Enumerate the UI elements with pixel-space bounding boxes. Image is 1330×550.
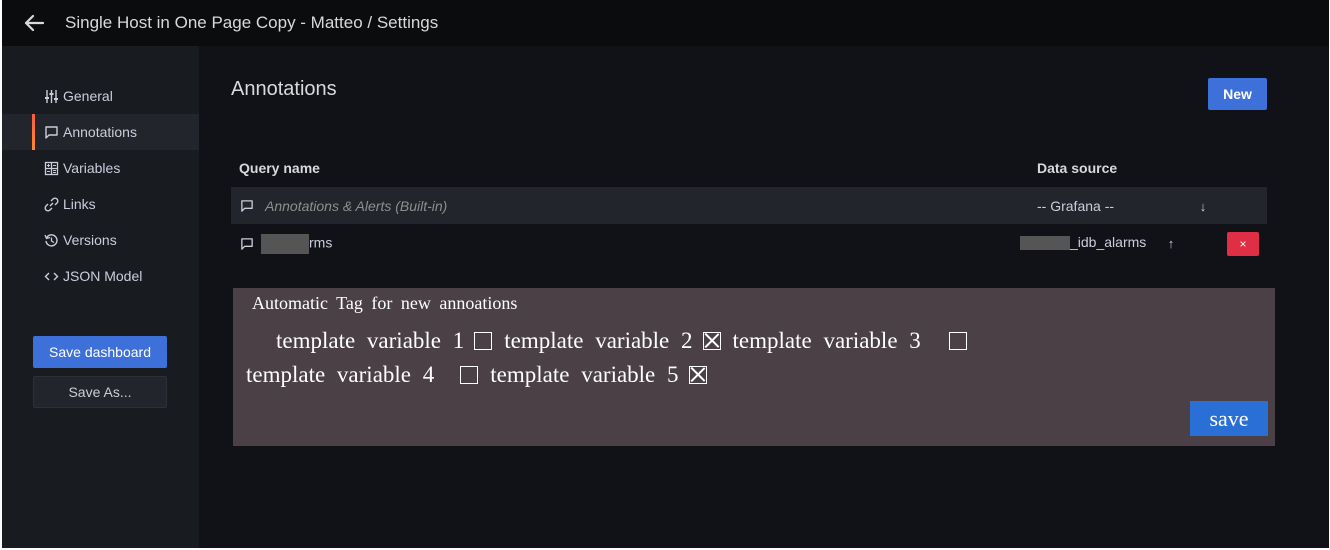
column-header-query-name: Query name — [239, 160, 320, 176]
redacted-block — [1020, 236, 1070, 251]
table-row[interactable]: rms _idb_alarms ↑ × — [231, 225, 1267, 262]
sidebar-item-variables[interactable]: Variables — [2, 150, 199, 186]
redacted-block — [261, 234, 309, 254]
sliders-icon — [45, 90, 58, 103]
annotation-datasource: -- Grafana -- — [1037, 198, 1115, 214]
template-variable-row: template variable 1 template variable 2 … — [276, 328, 979, 354]
history-icon — [44, 234, 58, 247]
template-variable-label: template variable 2 — [504, 328, 693, 353]
annotation-datasource-wrap: _idb_alarms — [1020, 234, 1147, 251]
sidebar-item-label: General — [63, 88, 113, 104]
page-breadcrumb-title: Single Host in One Page Copy - Matteo / … — [65, 13, 439, 32]
annotation-datasource: _idb_alarms — [1070, 234, 1147, 250]
annotation-query-name[interactable]: Annotations & Alerts (Built-in) — [265, 198, 447, 214]
app-frame: Single Host in One Page Copy - Matteo / … — [2, 0, 1329, 548]
sidebar-item-label: Links — [63, 196, 96, 212]
save-dashboard-button[interactable]: Save dashboard — [33, 336, 167, 368]
comment-icon — [241, 238, 253, 250]
top-bar: Single Host in One Page Copy - Matteo / … — [2, 0, 1329, 46]
comment-icon — [45, 126, 58, 139]
move-up-icon[interactable]: ↑ — [1163, 235, 1179, 251]
back-arrow-icon[interactable] — [22, 11, 46, 35]
template-variable-checkbox[interactable] — [688, 366, 707, 384]
template-variable-checkbox[interactable] — [474, 332, 493, 350]
settings-nav: General Annotations Variables Links Vers… — [2, 78, 199, 294]
template-variable-label: template variable 4 — [246, 362, 435, 387]
calculator-icon — [44, 161, 59, 176]
comment-icon — [241, 200, 253, 212]
automatic-tag-panel: Automatic Tag for new annoations templat… — [233, 288, 1275, 446]
table-row[interactable]: Annotations & Alerts (Built-in) -- Grafa… — [231, 187, 1267, 224]
code-icon — [44, 272, 59, 281]
column-header-data-source: Data source — [1037, 160, 1118, 176]
template-variable-checkbox[interactable] — [948, 332, 967, 350]
sidebar-item-versions[interactable]: Versions — [2, 222, 199, 258]
sidebar-item-label: Variables — [63, 160, 121, 176]
panel-title: Automatic Tag for new annoations — [252, 293, 518, 313]
template-variable-row: template variable 4 template variable 5 — [246, 362, 719, 388]
template-variable-label: template variable 5 — [490, 362, 679, 387]
settings-sidebar: General Annotations Variables Links Vers… — [2, 46, 199, 548]
new-annotation-button[interactable]: New — [1208, 78, 1267, 110]
sidebar-item-links[interactable]: Links — [2, 186, 199, 222]
panel-save-button[interactable]: save — [1190, 401, 1268, 436]
sidebar-item-label: Versions — [63, 232, 117, 248]
template-variable-label: template variable 1 — [276, 328, 465, 353]
annotation-query-name: rms — [309, 234, 333, 251]
link-icon — [44, 197, 59, 212]
sidebar-item-annotations[interactable]: Annotations — [2, 114, 199, 150]
save-as-button[interactable]: Save As... — [33, 376, 167, 408]
annotation-query-name-wrap[interactable]: rms — [261, 234, 332, 254]
move-down-icon[interactable]: ↓ — [1195, 198, 1211, 214]
sidebar-item-general[interactable]: General — [2, 78, 199, 114]
template-variable-label: template variable 3 — [732, 328, 921, 353]
template-variable-checkbox[interactable] — [460, 366, 479, 384]
sidebar-item-label: JSON Model — [63, 268, 143, 284]
sidebar-item-json-model[interactable]: JSON Model — [2, 258, 199, 294]
template-variable-checkbox[interactable] — [702, 332, 721, 350]
delete-annotation-button[interactable]: × — [1227, 232, 1259, 256]
sidebar-item-label: Annotations — [63, 124, 137, 140]
page-title: Annotations — [231, 78, 337, 100]
